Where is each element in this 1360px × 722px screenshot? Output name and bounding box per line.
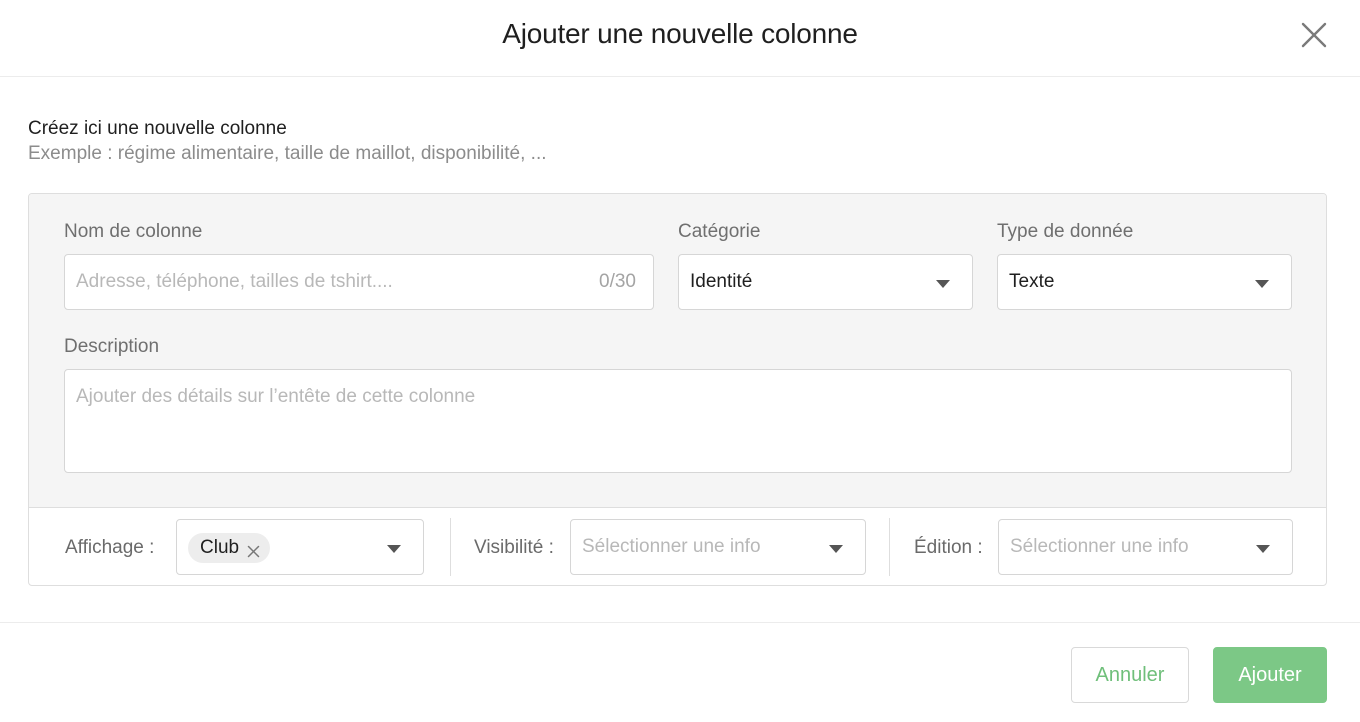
- visibility-select[interactable]: Sélectionner une info: [570, 519, 866, 575]
- add-button[interactable]: Ajouter: [1213, 647, 1327, 703]
- dialog-header: Ajouter une nouvelle colonne: [0, 0, 1360, 77]
- divider: [450, 518, 451, 576]
- dialog-title: Ajouter une nouvelle colonne: [502, 18, 858, 49]
- display-label: Affichage :: [65, 537, 155, 558]
- category-label: Catégorie: [678, 221, 761, 242]
- edition-select[interactable]: Sélectionner une info: [998, 519, 1293, 575]
- chevron-down-icon: [1255, 280, 1269, 288]
- close-icon[interactable]: [1298, 19, 1330, 51]
- chevron-down-icon: [829, 545, 843, 553]
- column-form-card: Nom de colonne Adresse, téléphone, taill…: [28, 193, 1327, 586]
- chevron-down-icon: [387, 545, 401, 553]
- visibility-label: Visibilité :: [474, 537, 554, 558]
- edition-placeholder: Sélectionner une info: [1010, 536, 1189, 557]
- data-type-value: Texte: [1009, 271, 1055, 292]
- footer-divider: [0, 622, 1360, 623]
- category-value: Identité: [690, 271, 753, 292]
- intro-example: Exemple : régime alimentaire, taille de …: [28, 143, 547, 164]
- data-type-select[interactable]: Texte: [997, 254, 1292, 310]
- intro-title: Créez ici une nouvelle colonne: [28, 118, 287, 139]
- chevron-down-icon: [936, 280, 950, 288]
- data-type-label: Type de donnée: [997, 221, 1134, 242]
- visibility-placeholder: Sélectionner une info: [582, 536, 761, 557]
- edition-label: Édition :: [914, 537, 983, 558]
- column-name-label: Nom de colonne: [64, 221, 203, 242]
- category-select[interactable]: Identité: [678, 254, 973, 310]
- divider: [889, 518, 890, 576]
- close-icon[interactable]: [247, 542, 260, 557]
- column-form-fields: Nom de colonne Adresse, téléphone, taill…: [29, 194, 1326, 508]
- description-label: Description: [64, 336, 160, 357]
- tag-club: Club: [188, 533, 271, 563]
- cancel-button[interactable]: Annuler: [1071, 647, 1189, 703]
- description-placeholder: Ajouter des détails sur l’entête de cett…: [76, 386, 476, 407]
- column-name-counter: 0/30: [599, 271, 636, 292]
- column-name-placeholder: Adresse, téléphone, tailles de tshirt...…: [76, 271, 393, 292]
- chevron-down-icon: [1256, 545, 1270, 553]
- tag-label: Club: [200, 537, 240, 558]
- column-name-input[interactable]: Adresse, téléphone, tailles de tshirt...…: [64, 254, 654, 310]
- display-select[interactable]: Club: [176, 519, 424, 575]
- description-textarea[interactable]: Ajouter des détails sur l’entête de cett…: [64, 369, 1292, 473]
